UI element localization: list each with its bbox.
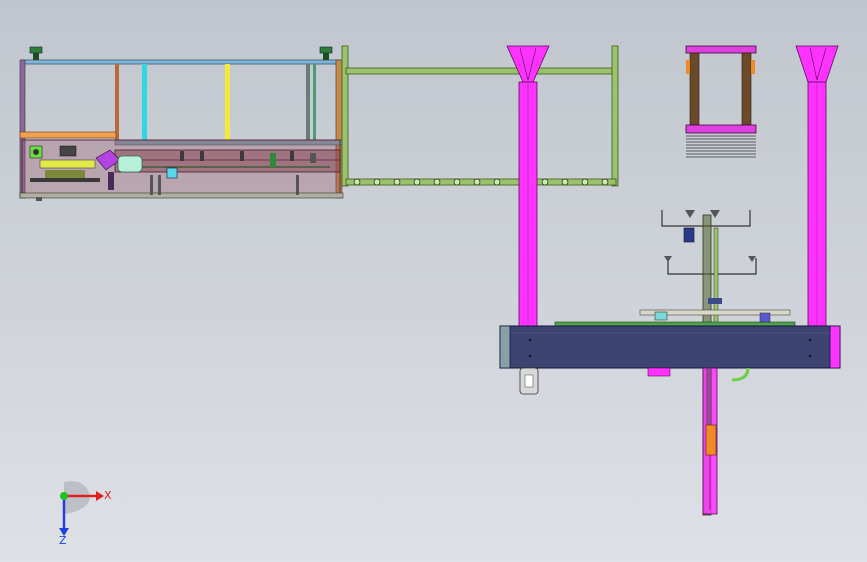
triad-x-label: X <box>104 489 112 502</box>
navy-cross-beam[interactable] <box>499 325 841 369</box>
top-mount-right <box>319 46 333 60</box>
cad-graphics-viewport[interactable]: X Z <box>0 0 867 562</box>
magenta-column-left[interactable] <box>506 45 550 329</box>
green-transfer-frame[interactable] <box>341 45 619 187</box>
conveyor-band <box>114 149 341 173</box>
post-grey-1 <box>306 64 310 142</box>
triad-z-label: Z <box>59 534 67 547</box>
green-frame-left-post <box>341 45 349 187</box>
vertical-drop-shaft[interactable] <box>702 367 718 515</box>
green-frame-top <box>345 67 617 75</box>
coordinate-triad-icon: X Z <box>59 481 112 547</box>
cad-model-drawing[interactable]: X Z <box>0 0 867 562</box>
cage-heatsink-fins <box>686 135 756 158</box>
top-mount-left <box>29 46 43 60</box>
post-grey-2 <box>313 64 316 142</box>
left-machine-assembly[interactable] <box>19 46 344 201</box>
cyan-sensor <box>166 167 178 179</box>
green-frame-right-post <box>611 45 619 187</box>
orange-shelf <box>19 131 117 139</box>
brown-cage-assembly[interactable] <box>685 45 757 158</box>
post-brown <box>115 64 119 142</box>
frame-top-rail <box>21 59 343 65</box>
work-table <box>554 309 796 328</box>
post-cyan <box>142 64 147 142</box>
post-yellow <box>225 64 230 142</box>
magenta-column-right[interactable] <box>795 45 839 329</box>
green-frame-bottom <box>345 178 617 186</box>
frame-bottom-rail <box>19 192 344 199</box>
